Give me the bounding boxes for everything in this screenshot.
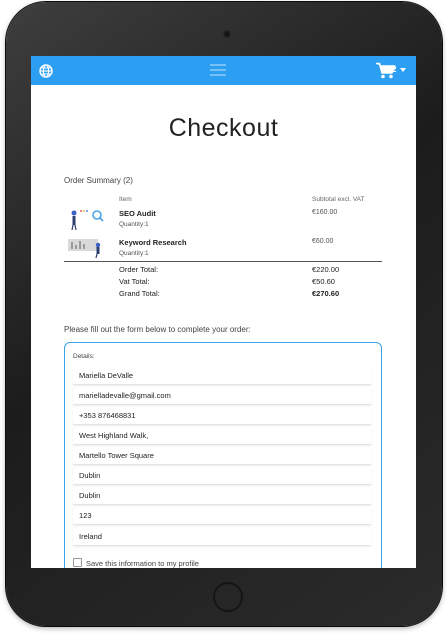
grand-total-label: Grand Total: xyxy=(119,289,160,298)
save-profile-row[interactable]: Save this information to my profile xyxy=(73,558,199,568)
order-total-label: Order Total: xyxy=(119,265,159,274)
home-button[interactable] xyxy=(213,582,243,612)
totals-divider xyxy=(64,261,382,262)
item-price: €60.00 xyxy=(312,238,334,245)
keyword-research-thumbnail xyxy=(68,239,101,258)
camera-lens xyxy=(223,30,231,38)
item-quantity: Quantity:1 xyxy=(119,221,149,228)
column-header-item: Item xyxy=(119,196,132,203)
screen: 2 Checkout Order Summary (2) Item Subtot… xyxy=(31,56,416,568)
item-quantity: Quantity:1 xyxy=(119,250,149,257)
order-summary-label: Order Summary (2) xyxy=(64,176,133,185)
email-field[interactable] xyxy=(73,387,371,405)
phone-field[interactable] xyxy=(73,407,371,425)
menu-toggle-icon[interactable] xyxy=(210,64,226,77)
item-name: SEO Audit xyxy=(119,209,156,218)
chevron-down-icon[interactable] xyxy=(400,68,406,72)
grand-total-value: €270.60 xyxy=(312,289,340,298)
form-intro-text: Please fill out the form below to comple… xyxy=(64,325,251,334)
order-total-value: €220.00 xyxy=(312,265,340,274)
address-line2-field[interactable] xyxy=(73,447,371,465)
address-line1-field[interactable] xyxy=(73,427,371,445)
page-title: Checkout xyxy=(168,114,279,142)
item-price: €160.00 xyxy=(312,209,338,216)
vat-total-label: Vat Total: xyxy=(119,277,150,286)
details-label: Details: xyxy=(73,353,95,360)
cart-count-badge[interactable]: 2 xyxy=(392,65,396,74)
save-profile-label: Save this information to my profile xyxy=(86,559,199,568)
full-name-field[interactable] xyxy=(73,367,371,385)
globe-icon[interactable] xyxy=(39,64,53,78)
postcode-field[interactable] xyxy=(73,507,371,525)
item-name: Keyword Research xyxy=(119,238,187,247)
column-header-subtotal: Subtotal excl. VAT xyxy=(312,196,365,203)
country-field[interactable] xyxy=(73,528,371,546)
vat-total-value: €50.60 xyxy=(312,277,335,286)
city-field[interactable] xyxy=(73,467,371,485)
seo-audit-thumbnail xyxy=(71,210,104,230)
save-profile-checkbox[interactable] xyxy=(73,558,82,567)
navbar: 2 xyxy=(31,56,416,85)
county-field[interactable] xyxy=(73,487,371,505)
